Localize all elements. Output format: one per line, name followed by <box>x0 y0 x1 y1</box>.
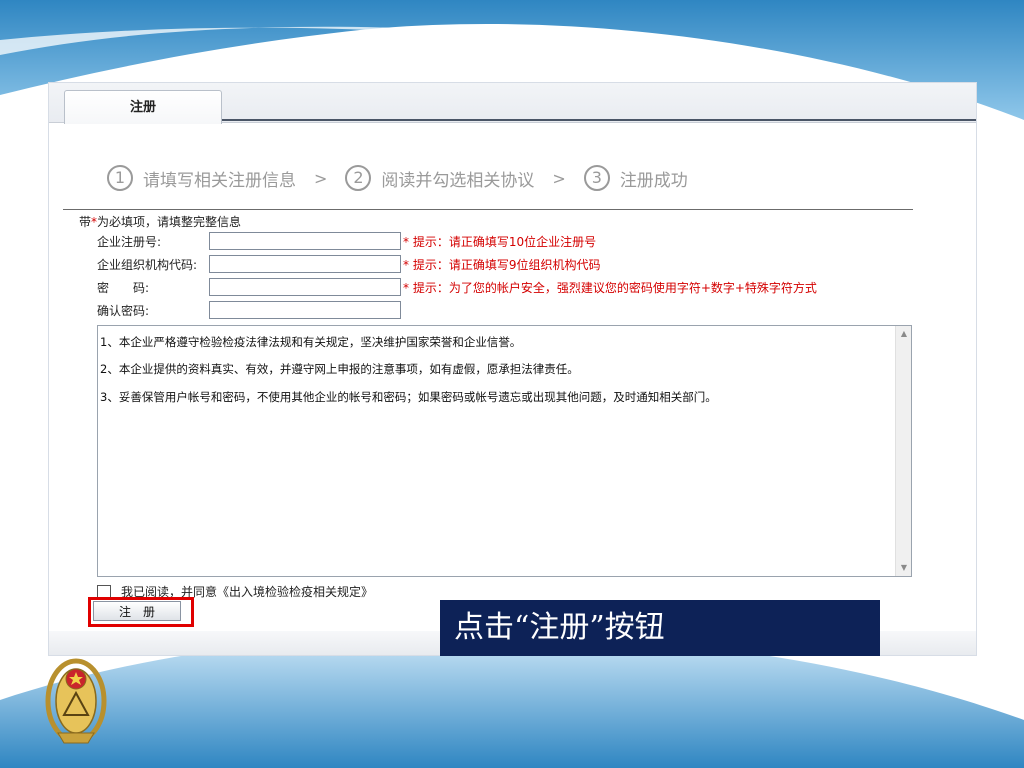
tab-underline <box>222 119 976 121</box>
instruction-callout: 点击“注册”按钮 <box>440 600 880 656</box>
notice-prefix: 带 <box>79 215 92 229</box>
terms-line: 2、本企业提供的资料真实、有效，并遵守网上申报的注意事项，如有虚假，愿承担法律责… <box>100 362 579 376</box>
field-row-password: 密 码: * 提示：为了您的帐户安全，强烈建议您的密码使用字符+数字+特殊字符方… <box>97 278 817 296</box>
field-label: 企业组织机构代码: <box>97 257 198 272</box>
field-label: 企业注册号: <box>97 234 162 249</box>
terms-line: 3、妥善保管用户帐号和密码，不使用其他企业的帐号和密码；如果密码或帐号遗忘或出现… <box>100 390 717 404</box>
registration-number-input[interactable] <box>209 232 401 250</box>
terms-line: 1、本企业严格遵守检验检疫法律法规和有关规定，坚决维护国家荣誉和企业信誉。 <box>100 335 522 349</box>
step-1: 1 请填写相关注册信息 <box>107 165 296 191</box>
field-row-org-code: 企业组织机构代码: * 提示：请正确填写9位组织机构代码 <box>97 255 600 273</box>
tab-bar: 注册 <box>49 83 976 124</box>
field-row-registration-number: 企业注册号: * 提示：请正确填写10位企业注册号 <box>97 232 596 250</box>
field-label: 确认密码: <box>97 303 150 318</box>
chevron-right-icon: > <box>314 168 328 188</box>
step-label: 请填写相关注册信息 <box>143 170 296 191</box>
field-label: 密 码: <box>97 280 150 295</box>
step-2: 2 阅读并勾选相关协议 <box>345 165 534 191</box>
notice-text: 为必填项，请填整完整信息 <box>97 215 242 229</box>
org-code-input[interactable] <box>209 255 401 273</box>
scroll-down-icon[interactable]: ▼ <box>896 560 912 576</box>
required-notice: 带*为必填项，请填整完整信息 <box>79 213 241 230</box>
screenshot-panel: 注册 1 请填写相关注册信息 > 2 阅读并勾选相关协议 > 3 注册成功 带*… <box>48 82 977 656</box>
emblem-icon <box>45 658 107 744</box>
step-label: 注册成功 <box>619 170 688 191</box>
confirm-password-input[interactable] <box>209 301 401 319</box>
scroll-up-icon[interactable]: ▲ <box>896 326 912 342</box>
steps-divider <box>63 209 913 210</box>
step-3: 3 注册成功 <box>583 165 688 191</box>
field-hint: * 提示：为了您的帐户安全，强烈建议您的密码使用字符+数字+特殊字符方式 <box>403 280 817 295</box>
step-number: 1 <box>107 165 133 191</box>
highlight-box <box>88 597 194 627</box>
field-hint: * 提示：请正确填写9位组织机构代码 <box>403 257 601 272</box>
chevron-right-icon: > <box>552 168 566 188</box>
terms-textarea[interactable]: 1、本企业严格遵守检验检疫法律法规和有关规定，坚决维护国家荣誉和企业信誉。 2、… <box>97 325 912 577</box>
terms-scrollbar[interactable]: ▲ ▼ <box>895 326 911 576</box>
step-label: 阅读并勾选相关协议 <box>381 170 535 191</box>
field-row-confirm-password: 确认密码: <box>97 301 403 319</box>
field-hint: * 提示：请正确填写10位企业注册号 <box>403 234 597 249</box>
step-number: 3 <box>583 165 610 191</box>
registration-steps: 1 请填写相关注册信息 > 2 阅读并勾选相关协议 > 3 注册成功 <box>107 163 688 193</box>
password-input[interactable] <box>209 278 401 296</box>
step-number: 2 <box>345 165 372 191</box>
tab-register[interactable]: 注册 <box>64 90 222 124</box>
